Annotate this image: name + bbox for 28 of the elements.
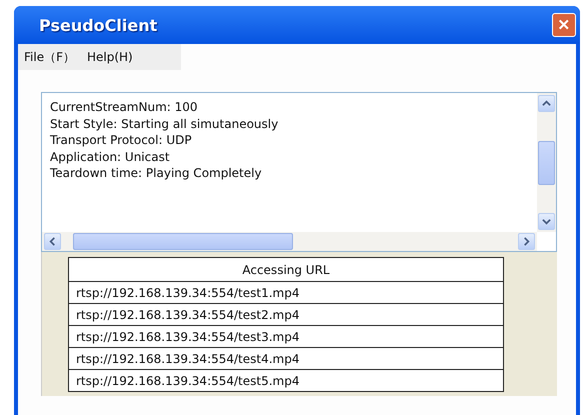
scroll-left-button[interactable] (44, 233, 61, 250)
table-cell: rtsp://192.168.139.34:554/test5.mp4 (68, 370, 504, 392)
vertical-scrollbar[interactable] (537, 93, 556, 232)
info-line: Teardown time: Playing Completely (50, 165, 263, 182)
horizontal-scrollbar[interactable] (42, 232, 537, 251)
up-chevron-icon (542, 99, 551, 108)
menu-item[interactable]: Help(H) (86, 50, 133, 64)
scroll-down-button[interactable] (538, 213, 555, 230)
table-cell: rtsp://192.168.139.34:554/test2.mp4 (68, 304, 504, 326)
table-cell: rtsp://192.168.139.34:554/test3.mp4 (68, 326, 504, 348)
table-cell: rtsp://192.168.139.34:554/test4.mp4 (68, 348, 504, 370)
info-line: Transport Protocol: UDP (50, 132, 193, 148)
window-title: PseudoClient (39, 16, 158, 34)
column-header: Accessing URL (68, 258, 504, 282)
scroll-right-button[interactable] (518, 233, 535, 250)
menu-item[interactable]: File（F） (24, 48, 75, 66)
scroll-thumb[interactable] (538, 140, 555, 184)
scroll-up-button[interactable] (538, 95, 555, 112)
down-chevron-icon (542, 217, 551, 226)
close-button[interactable]: ✕ (552, 13, 576, 37)
right-chevron-icon (522, 237, 531, 246)
info-line: CurrentStreamNum: 100 (50, 99, 199, 116)
table-cell: rtsp://192.168.139.34:554/test1.mp4 (68, 282, 504, 304)
left-chevron-icon (48, 237, 57, 246)
info-text-box[interactable]: CurrentStreamNum: 100 Start Style: Starting all simutaneously Transport Protocol: UDP Application: Unicast Teardown time: Playing Completely (41, 92, 557, 252)
info-line: Start Style: Starting all simutaneously (50, 116, 280, 132)
info-line: Application: Unicast (50, 148, 171, 165)
scroll-thumb[interactable] (73, 233, 293, 250)
